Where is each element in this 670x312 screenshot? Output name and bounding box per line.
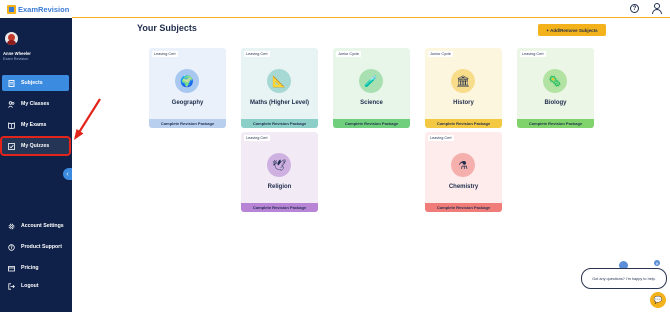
globe-icon: 🌍 <box>175 69 199 93</box>
sidebar-item-account-settings[interactable]: Account Settings <box>2 218 69 234</box>
chat-greeting-bubble[interactable]: Got any questions? I'm happy to help. <box>581 268 667 289</box>
dove-icon: 🕊 <box>267 153 291 177</box>
users-icon <box>8 100 15 108</box>
subject-name: Geography <box>171 100 204 106</box>
avatar[interactable] <box>5 32 18 45</box>
sidebar-item-label: Account Settings <box>21 223 64 229</box>
sidebar-item-product-support[interactable]: ? Product Support <box>2 239 69 255</box>
level-badge: Leaving Cert <box>428 135 454 141</box>
subject-card-science[interactable]: Junior Cycle 🧪 Science Complete Revision… <box>333 48 410 128</box>
level-badge: Leaving Cert <box>152 51 178 57</box>
package-label: Complete Revision Package <box>149 119 226 128</box>
subject-name: Religion <box>267 184 292 190</box>
user-role: Exam Revision <box>3 57 29 61</box>
cell-icon: 🦠 <box>543 69 567 93</box>
logo[interactable]: ExamRevision <box>0 0 72 18</box>
level-badge: Junior Cycle <box>428 51 453 57</box>
package-label: Complete Revision Package <box>425 203 502 212</box>
sidebar-item-pricing[interactable]: Pricing <box>2 260 69 276</box>
level-badge: Leaving Cert <box>520 51 546 57</box>
book-icon <box>8 121 15 129</box>
add-remove-subjects-button[interactable]: + Add/Remove Subjects <box>538 24 606 36</box>
sidebar-item-my-quizzes[interactable]: My Quizzes <box>0 136 71 156</box>
subject-card-chemistry[interactable]: Leaving Cert ⚗ Chemistry Complete Revisi… <box>425 132 502 212</box>
flask-icon: 🧪 <box>359 69 383 93</box>
profile-icon[interactable] <box>651 3 662 14</box>
subject-name: Biology <box>544 100 567 106</box>
chat-launcher-button[interactable]: 💬 <box>650 292 666 308</box>
subject-card-geography[interactable]: Leaving Cert 🌍 Geography Complete Revisi… <box>149 48 226 128</box>
sidebar-item-label: Product Support <box>21 244 62 250</box>
book-logo-icon <box>7 4 16 14</box>
subject-card-maths[interactable]: Leaving Cert 📐 Maths (Higher Level) Comp… <box>241 48 318 128</box>
level-badge: Junior Cycle <box>336 51 361 57</box>
sidebar-item-my-exams[interactable]: My Exams <box>2 117 69 133</box>
card-icon <box>8 265 15 272</box>
help-circle-icon[interactable]: ? <box>630 4 639 13</box>
document-icon <box>8 79 15 87</box>
sidebar-item-label: Pricing <box>21 265 39 271</box>
chevron-left-icon: ‹ <box>66 170 69 178</box>
sidebar-item-label: Subjects <box>21 80 43 86</box>
ruler-icon: 📐 <box>267 69 291 93</box>
sidebar-item-label: My Classes <box>21 101 50 107</box>
chat-icon: 💬 <box>653 297 663 304</box>
subject-card-biology[interactable]: Leaving Cert 🦠 Biology Complete Revision… <box>517 48 594 128</box>
sidebar-item-label: My Exams <box>21 122 47 128</box>
sidebar-item-my-classes[interactable]: My Classes <box>2 96 69 112</box>
package-label: Complete Revision Package <box>425 119 502 128</box>
annotation-arrow <box>74 98 101 140</box>
subject-name: History <box>453 100 474 106</box>
user-name: Anne Wheeler <box>3 51 31 56</box>
page-title: Your Subjects <box>137 23 197 33</box>
close-icon[interactable]: ✕ <box>654 260 660 266</box>
subject-name: Science <box>360 100 383 106</box>
subject-name: Maths (Higher Level) <box>249 100 309 106</box>
sidebar-item-label: Logout <box>21 283 39 289</box>
package-label: Complete Revision Package <box>517 119 594 128</box>
package-label: Complete Revision Package <box>241 203 318 212</box>
checkbox-icon <box>8 142 15 150</box>
column-icon: 🏛 <box>451 69 475 93</box>
subject-card-religion[interactable]: Leaving Cert 🕊 Religion Complete Revisio… <box>241 132 318 212</box>
level-badge: Leaving Cert <box>244 135 270 141</box>
sidebar-item-logout[interactable]: Logout <box>2 278 69 294</box>
subject-card-history[interactable]: Junior Cycle 🏛 History Complete Revision… <box>425 48 502 128</box>
top-bar <box>72 0 670 18</box>
package-label: Complete Revision Package <box>241 119 318 128</box>
sidebar-collapse-button[interactable]: ‹ <box>63 168 72 180</box>
package-label: Complete Revision Package <box>333 119 410 128</box>
help-circle-icon: ? <box>8 243 15 251</box>
gear-icon <box>8 223 15 230</box>
level-badge: Leaving Cert <box>244 51 270 57</box>
sidebar-item-label: My Quizzes <box>21 143 50 149</box>
logout-icon <box>8 282 15 290</box>
beaker-icon: ⚗ <box>451 153 475 177</box>
sidebar: ExamRevision Anne Wheeler Exam Revision … <box>0 0 72 312</box>
subject-name: Chemistry <box>448 184 479 190</box>
sidebar-item-subjects[interactable]: Subjects <box>2 75 69 91</box>
svg-text:?: ? <box>10 245 13 250</box>
logo-text: ExamRevision <box>18 4 70 14</box>
